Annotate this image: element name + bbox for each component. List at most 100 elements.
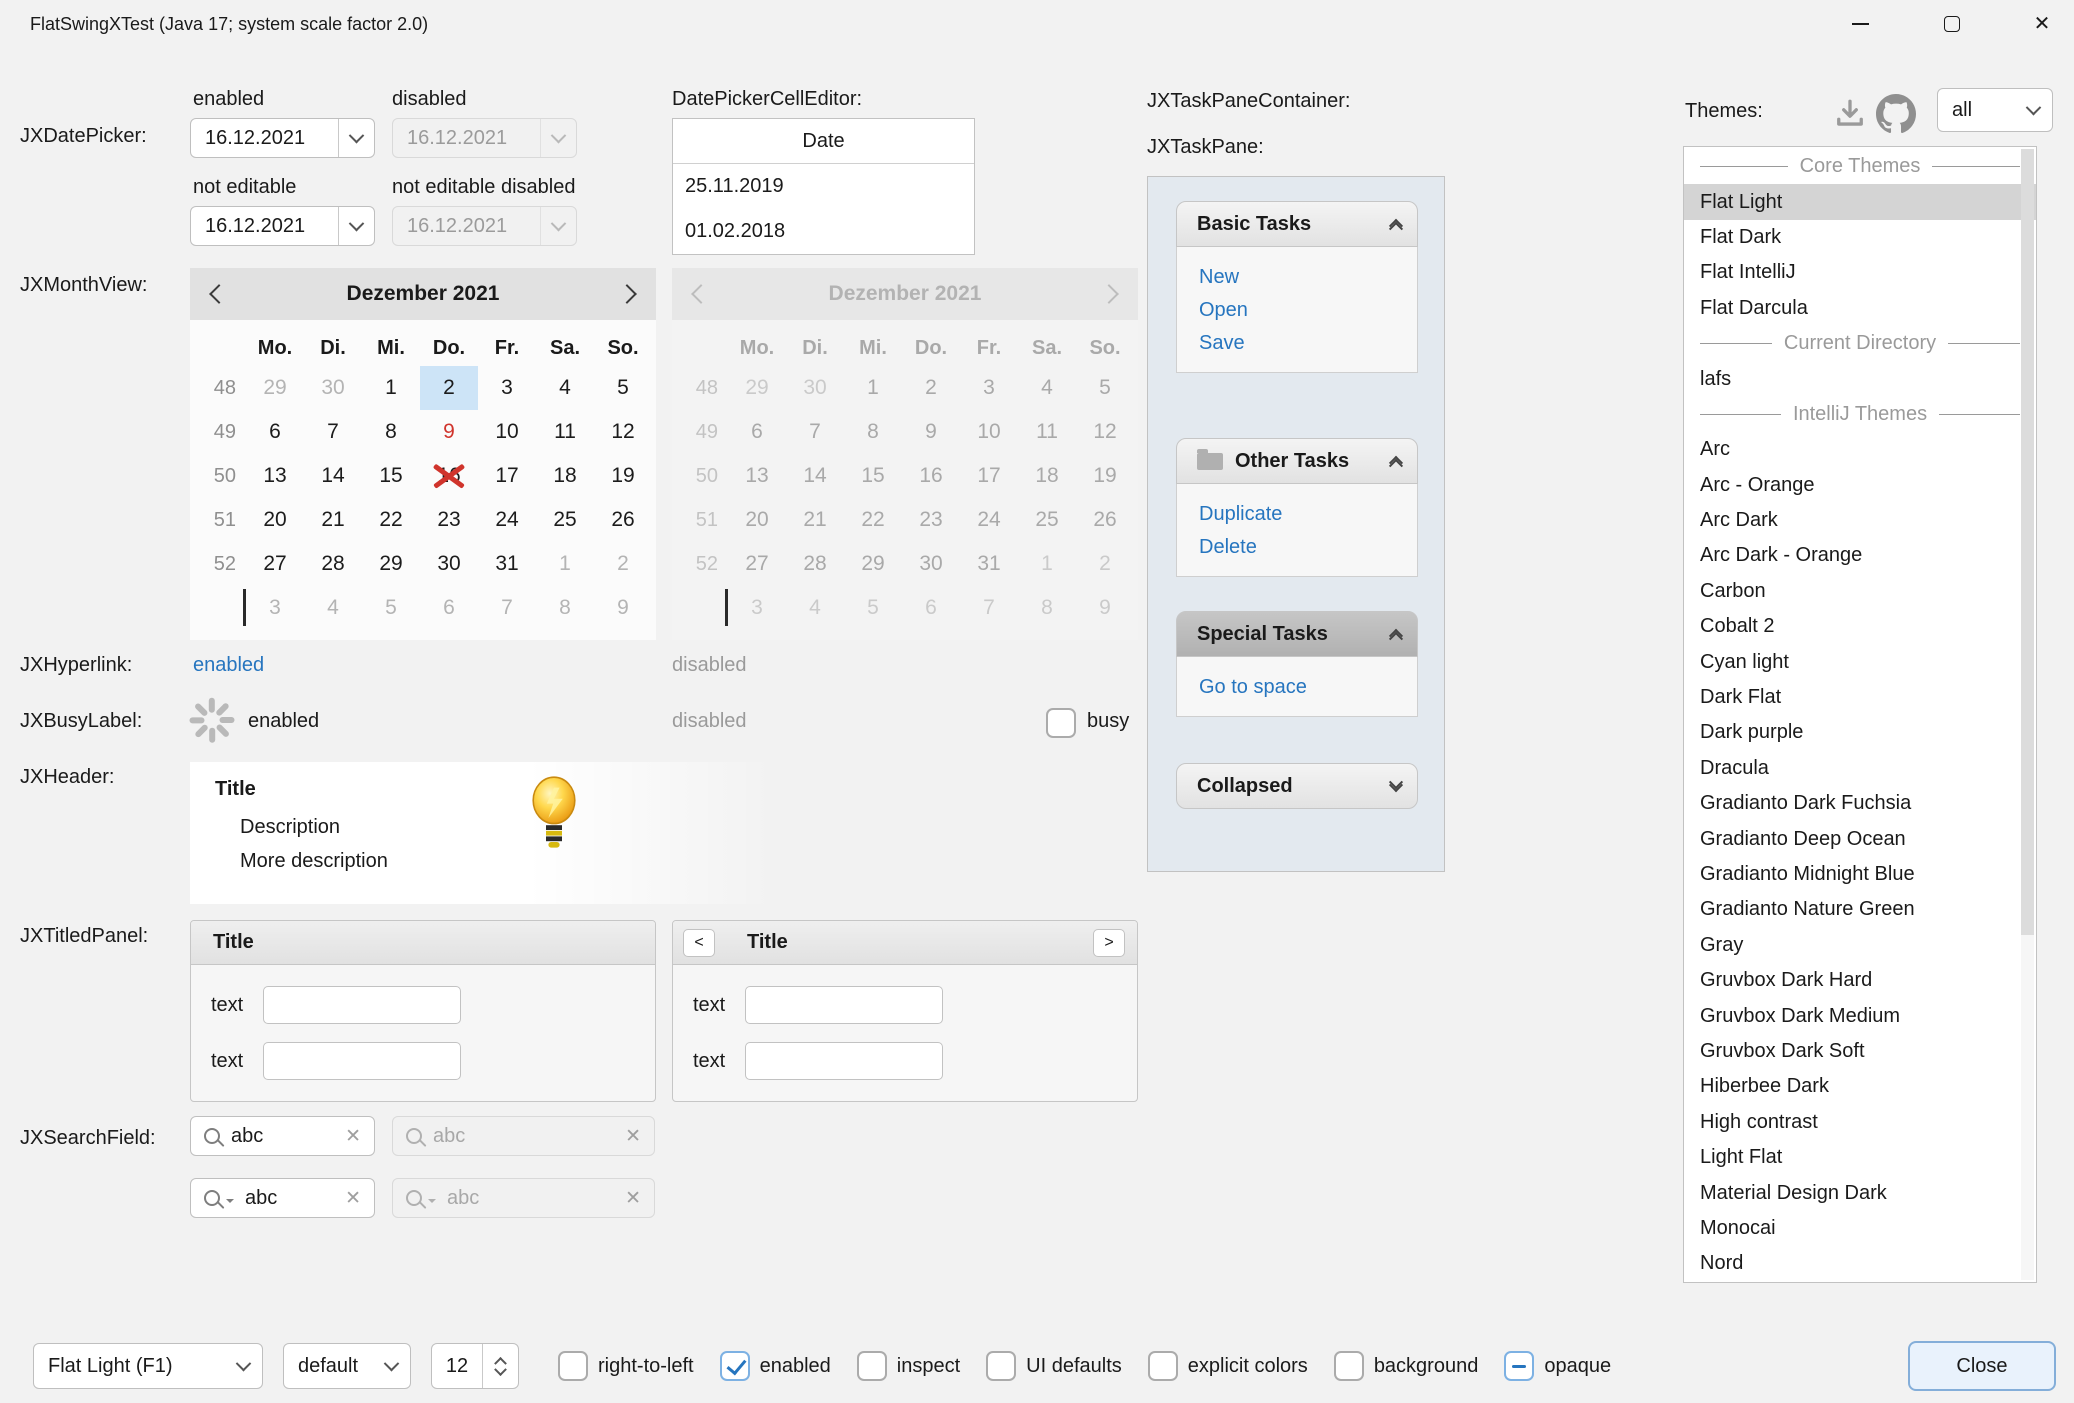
day-cell[interactable]: 16 bbox=[420, 454, 478, 498]
table-column-header[interactable]: Date bbox=[673, 119, 974, 164]
theme-item-arc-dark-orange[interactable]: Arc Dark - Orange bbox=[1684, 538, 2036, 573]
day-cell[interactable]: 20 bbox=[246, 498, 304, 542]
titledpanel-text-input[interactable] bbox=[745, 986, 943, 1024]
theme-item-gray[interactable]: Gray bbox=[1684, 928, 2036, 963]
day-cell[interactable]: 25 bbox=[536, 498, 594, 542]
theme-item-flat-light[interactable]: Flat Light bbox=[1684, 184, 2036, 219]
day-cell[interactable]: 24 bbox=[478, 498, 536, 542]
taskpane-header-collapsed[interactable]: Collapsed bbox=[1176, 763, 1418, 809]
searchfield-menu-enabled[interactable]: abc✕ bbox=[190, 1178, 375, 1218]
theme-item-dark-flat[interactable]: Dark Flat bbox=[1684, 680, 2036, 715]
theme-item-arc[interactable]: Arc bbox=[1684, 432, 2036, 467]
busy-checkbox[interactable] bbox=[1046, 708, 1076, 738]
day-cell[interactable]: 9 bbox=[420, 410, 478, 454]
day-cell[interactable]: 17 bbox=[478, 454, 536, 498]
theme-item-arc-dark[interactable]: Arc Dark bbox=[1684, 503, 2036, 538]
theme-item-flat-intellij[interactable]: Flat IntelliJ bbox=[1684, 255, 2036, 290]
close-window-button[interactable]: ✕ bbox=[2010, 0, 2074, 48]
datepicker-noteditable[interactable]: 16.12.2021 bbox=[190, 206, 375, 246]
theme-item-high-contrast[interactable]: High contrast bbox=[1684, 1105, 2036, 1140]
maximize-button[interactable] bbox=[1920, 0, 1984, 48]
day-cell[interactable]: 1 bbox=[362, 366, 420, 410]
checkbox-background[interactable]: background bbox=[1334, 1351, 1479, 1381]
datepicker-enabled[interactable]: 16.12.2021 bbox=[190, 118, 375, 158]
theme-item-gruvbox-dark-medium[interactable]: Gruvbox Dark Medium bbox=[1684, 998, 2036, 1033]
day-cell[interactable]: 23 bbox=[420, 498, 478, 542]
theme-item-gradianto-dark-fuchsia[interactable]: Gradianto Dark Fuchsia bbox=[1684, 786, 2036, 821]
task-link-go-to-space[interactable]: Go to space bbox=[1177, 671, 1417, 704]
day-cell[interactable]: 1 bbox=[536, 542, 594, 586]
clear-search-icon[interactable]: ✕ bbox=[345, 1187, 361, 1210]
day-cell[interactable]: 3 bbox=[478, 366, 536, 410]
task-link-open[interactable]: Open bbox=[1177, 294, 1417, 327]
datepicker-dropdown-button[interactable] bbox=[338, 207, 374, 245]
theme-item-nord[interactable]: Nord bbox=[1684, 1246, 2036, 1281]
theme-item-monocai[interactable]: Monocai bbox=[1684, 1211, 2036, 1246]
theme-item-hiberbee-dark[interactable]: Hiberbee Dark bbox=[1684, 1069, 2036, 1104]
day-cell[interactable]: 11 bbox=[536, 410, 594, 454]
scrollbar-track[interactable] bbox=[2021, 149, 2034, 1280]
next-month-button[interactable] bbox=[598, 268, 656, 320]
checkbox-box[interactable] bbox=[1334, 1351, 1364, 1381]
clear-search-icon[interactable]: ✕ bbox=[345, 1125, 361, 1148]
day-cell[interactable]: 26 bbox=[594, 498, 652, 542]
checkbox-explicit-colors[interactable]: explicit colors bbox=[1148, 1351, 1308, 1381]
day-cell[interactable]: 22 bbox=[362, 498, 420, 542]
theme-item-lafs[interactable]: lafs bbox=[1684, 361, 2036, 396]
datepicker-dropdown-button[interactable] bbox=[338, 119, 374, 157]
day-cell[interactable]: 2 bbox=[594, 542, 652, 586]
day-cell[interactable]: 15 bbox=[362, 454, 420, 498]
day-cell[interactable]: 18 bbox=[536, 454, 594, 498]
day-cell[interactable]: 2 bbox=[420, 366, 478, 410]
theme-item-light-flat[interactable]: Light Flat bbox=[1684, 1140, 2036, 1175]
scrollbar-thumb[interactable] bbox=[2021, 149, 2034, 935]
theme-item-carbon[interactable]: Carbon bbox=[1684, 574, 2036, 609]
day-cell[interactable]: 13 bbox=[246, 454, 304, 498]
day-cell[interactable]: 28 bbox=[304, 542, 362, 586]
day-cell[interactable]: 4 bbox=[536, 366, 594, 410]
day-cell[interactable]: 7 bbox=[478, 586, 536, 630]
checkbox-box[interactable] bbox=[857, 1351, 887, 1381]
day-cell[interactable]: 5 bbox=[362, 586, 420, 630]
theme-item-dark-purple[interactable]: Dark purple bbox=[1684, 715, 2036, 750]
theme-item-arc-orange[interactable]: Arc - Orange bbox=[1684, 468, 2036, 503]
day-cell[interactable]: 21 bbox=[304, 498, 362, 542]
titledpanel-prev-button[interactable]: < bbox=[683, 929, 715, 957]
minimize-button[interactable] bbox=[1828, 0, 1892, 48]
day-cell[interactable]: 7 bbox=[304, 410, 362, 454]
checkbox-box[interactable] bbox=[986, 1351, 1016, 1381]
font-size-spinner[interactable]: 12 bbox=[431, 1343, 519, 1389]
taskpane-header-other-tasks[interactable]: Other Tasks bbox=[1176, 438, 1418, 484]
theme-item-dracula[interactable]: Dracula bbox=[1684, 751, 2036, 786]
theme-item-cobalt-2[interactable]: Cobalt 2 bbox=[1684, 609, 2036, 644]
titledpanel-text-input[interactable] bbox=[263, 986, 461, 1024]
busy-checkbox-label[interactable]: busy bbox=[1087, 710, 1129, 733]
day-cell[interactable]: 8 bbox=[362, 410, 420, 454]
themes-filter-combobox[interactable]: all bbox=[1937, 88, 2053, 132]
day-cell[interactable]: 4 bbox=[304, 586, 362, 630]
checkbox-inspect[interactable]: inspect bbox=[857, 1351, 960, 1381]
theme-item-material-design-dark[interactable]: Material Design Dark bbox=[1684, 1175, 2036, 1210]
day-cell[interactable]: 6 bbox=[246, 410, 304, 454]
theme-item-gradianto-deep-ocean[interactable]: Gradianto Deep Ocean bbox=[1684, 821, 2036, 856]
task-link-delete[interactable]: Delete bbox=[1177, 531, 1417, 564]
theme-item-gruvbox-dark-soft[interactable]: Gruvbox Dark Soft bbox=[1684, 1034, 2036, 1069]
table-row[interactable]: 25.11.2019 bbox=[673, 164, 974, 209]
day-cell[interactable]: 27 bbox=[246, 542, 304, 586]
task-link-duplicate[interactable]: Duplicate bbox=[1177, 498, 1417, 531]
scale-combobox[interactable]: default bbox=[283, 1343, 411, 1389]
day-cell[interactable]: 10 bbox=[478, 410, 536, 454]
prev-month-button[interactable] bbox=[190, 268, 248, 320]
day-cell[interactable]: 29 bbox=[246, 366, 304, 410]
close-button[interactable]: Close bbox=[1908, 1341, 2056, 1391]
theme-item-flat-dark[interactable]: Flat Dark bbox=[1684, 220, 2036, 255]
titledpanel-text-input[interactable] bbox=[745, 1042, 943, 1080]
task-link-new[interactable]: New bbox=[1177, 261, 1417, 294]
task-link-save[interactable]: Save bbox=[1177, 327, 1417, 360]
download-icon[interactable] bbox=[1832, 96, 1868, 132]
checkbox-box[interactable] bbox=[1148, 1351, 1178, 1381]
day-cell[interactable]: 30 bbox=[420, 542, 478, 586]
checkbox-enabled[interactable]: enabled bbox=[720, 1351, 831, 1381]
lookandfeel-combobox[interactable]: Flat Light (F1) bbox=[33, 1343, 263, 1389]
github-icon[interactable] bbox=[1876, 94, 1916, 134]
